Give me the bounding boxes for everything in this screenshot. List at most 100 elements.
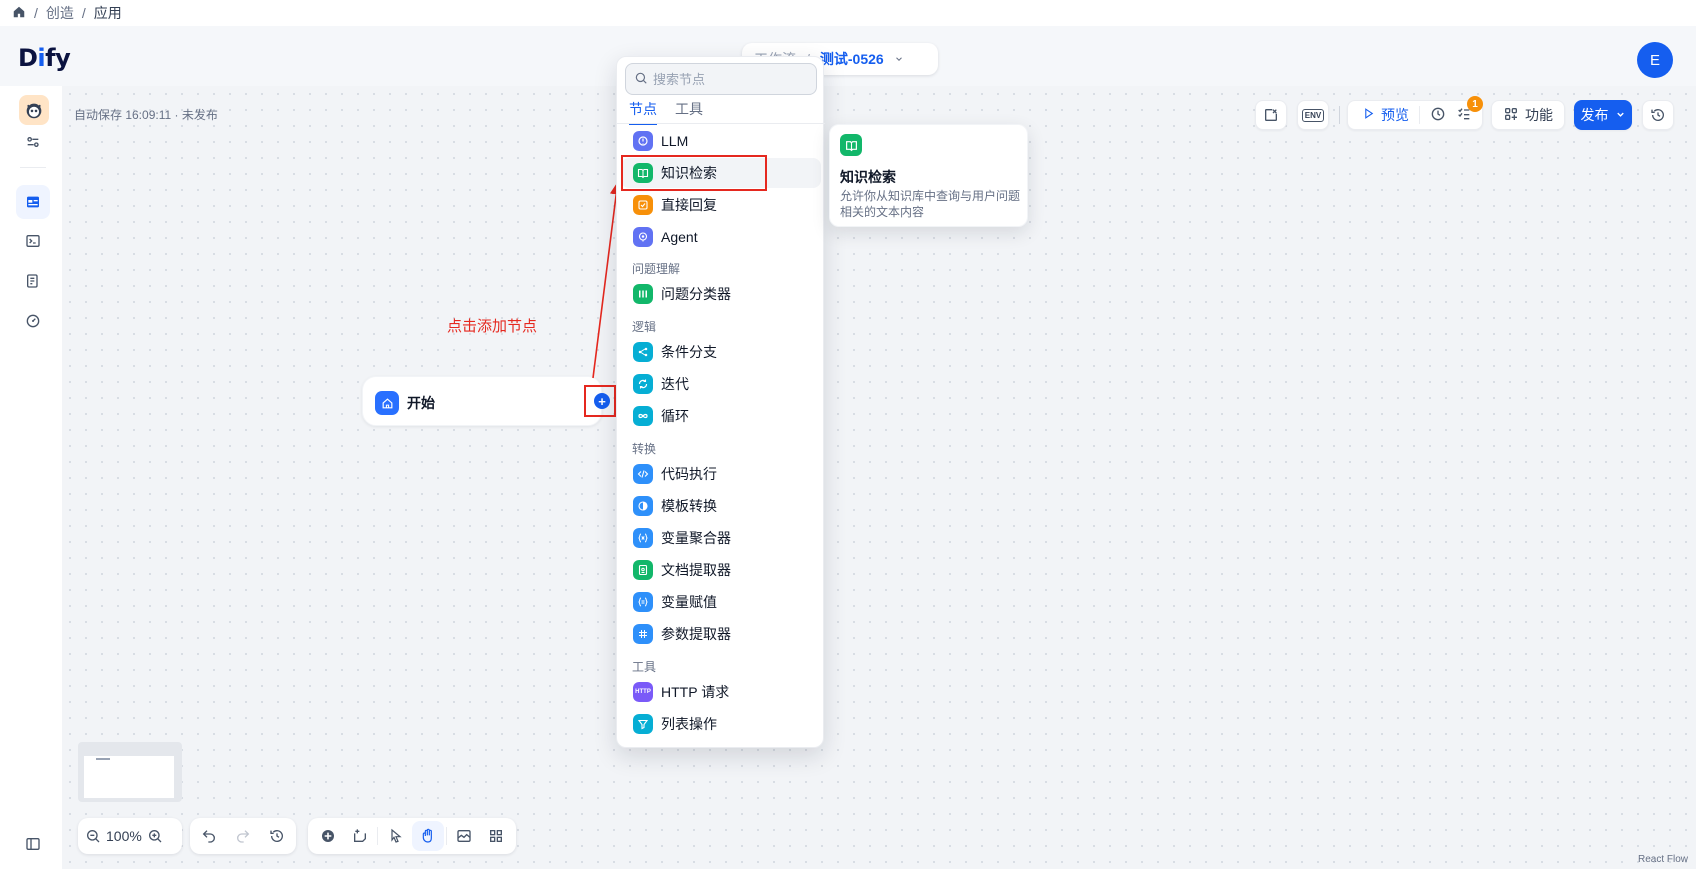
zoom-in-icon[interactable] (144, 821, 166, 851)
run-history-icon[interactable] (1430, 106, 1446, 125)
app-tab-name[interactable]: 测试-0526 (820, 49, 884, 69)
menu-item-label: 列表操作 (661, 716, 717, 732)
question-classifier-icon (633, 284, 653, 304)
settings-sliders-icon[interactable] (16, 125, 50, 159)
parameter-extractor-icon (633, 624, 653, 644)
group-label-transform: 转换 (632, 442, 657, 456)
menu-item-question-classifier[interactable]: 问题分类器 (621, 279, 821, 309)
toggle-view-icon[interactable] (1255, 100, 1287, 130)
orchestrate-icon[interactable] (16, 185, 50, 219)
version-history-icon[interactable] (1642, 100, 1674, 130)
annotation-arrow (592, 181, 620, 379)
menu-item-label: 直接回复 (661, 197, 717, 213)
menu-item-label: LLM (661, 133, 689, 149)
tabs-divider (617, 123, 825, 124)
monitor-gauge-icon[interactable] (16, 304, 50, 338)
search-box[interactable] (625, 63, 817, 95)
play-icon (1362, 107, 1375, 123)
breadcrumb-create[interactable]: 创造 (46, 3, 74, 23)
checklist-badge: 1 (1467, 96, 1483, 112)
menu-item-http-request[interactable]: HTTP HTTP 请求 (621, 677, 821, 707)
menu-item-agent[interactable]: Agent (621, 222, 821, 252)
publish-label: 发布 (1580, 107, 1609, 123)
logs-icon[interactable] (16, 264, 50, 298)
minimap-viewport (84, 756, 174, 798)
menu-item-template[interactable]: 模板转换 (621, 491, 821, 521)
minimap-node (96, 758, 110, 760)
add-node-plus-icon[interactable]: + (594, 393, 610, 409)
zoom-out-icon[interactable] (82, 821, 104, 851)
pointer-icon[interactable] (380, 821, 412, 851)
home-icon[interactable] (12, 5, 26, 22)
tooltip-description: 允许你从知识库中查询与用户问题相关的文本内容 (840, 189, 1021, 219)
menu-item-label: 循环 (661, 408, 689, 424)
collapse-sidebar-icon[interactable] (16, 827, 50, 861)
breadcrumb: / 创造 / 应用 (12, 4, 122, 22)
logo-text: fy (45, 44, 71, 72)
tooltip-title: 知识检索 (840, 169, 896, 185)
app-avatar-icon[interactable] (19, 95, 49, 125)
http-icon: HTTP (633, 682, 653, 702)
menu-item-llm[interactable]: LLM (621, 126, 821, 156)
export-image-icon[interactable] (449, 821, 481, 851)
menu-item-label: 变量聚合器 (661, 530, 731, 546)
doc-extractor-icon (633, 560, 653, 580)
autosave-status: 自动保存 16:09:11 · 未发布 (74, 108, 218, 122)
breadcrumb-separator: / (34, 5, 38, 21)
chevron-down-icon[interactable] (894, 51, 904, 67)
annotation-text: 点击添加节点 (447, 318, 538, 335)
minimap[interactable] (78, 742, 182, 802)
grid-apps-icon (1503, 106, 1519, 125)
menu-item-code[interactable]: 代码执行 (621, 459, 821, 489)
canvas-controls (308, 818, 516, 854)
zoom-level[interactable]: 100% (104, 828, 144, 844)
menu-item-variable-aggregator[interactable]: 变量聚合器 (621, 523, 821, 553)
breadcrumb-separator: / (81, 5, 86, 21)
env-button[interactable]: ENV (1297, 100, 1329, 130)
menu-item-direct-reply[interactable]: 直接回复 (621, 190, 821, 220)
preview-button[interactable]: 预览 (1381, 105, 1409, 125)
group-label-understanding: 问题理解 (632, 262, 681, 276)
react-flow-attribution[interactable]: React Flow (1638, 854, 1688, 865)
menu-item-if-else[interactable]: 条件分支 (621, 337, 821, 367)
organize-blocks-icon[interactable] (480, 821, 512, 851)
toolbar-divider (1419, 106, 1420, 124)
undo-icon[interactable] (192, 821, 226, 851)
logo-text: D (18, 44, 38, 72)
code-icon (633, 464, 653, 484)
menu-item-label: 参数提取器 (661, 626, 731, 642)
menu-item-loop[interactable]: 循环 (621, 401, 821, 431)
menu-tabs: 节点 工具 (629, 99, 703, 125)
toolbar-divider (445, 827, 447, 845)
tab-tools[interactable]: 工具 (675, 99, 703, 125)
if-else-icon (633, 342, 653, 362)
breadcrumb-apps[interactable]: 应用 (94, 3, 122, 23)
home-icon (375, 391, 399, 415)
annotation-highlight-box (621, 155, 767, 191)
menu-item-iteration[interactable]: 迭代 (621, 369, 821, 399)
menu-item-parameter-extractor[interactable]: 参数提取器 (621, 619, 821, 649)
logo-text: i (37, 44, 46, 72)
start-node-label: 开始 (407, 395, 435, 411)
toolbar-divider (1339, 106, 1340, 124)
add-note-icon[interactable] (344, 821, 376, 851)
history-icon[interactable] (260, 821, 294, 851)
menu-item-doc-extractor[interactable]: 文档提取器 (621, 555, 821, 585)
features-label: 功能 (1525, 107, 1553, 123)
menu-item-variable-assigner[interactable]: 变量赋值 (621, 587, 821, 617)
menu-item-label: 变量赋值 (661, 594, 717, 610)
template-icon (633, 496, 653, 516)
avatar[interactable]: E (1637, 42, 1673, 78)
terminal-icon[interactable] (16, 224, 50, 258)
tab-nodes[interactable]: 节点 (629, 99, 657, 125)
features-button[interactable]: 功能 (1491, 100, 1565, 130)
hand-icon[interactable] (412, 821, 444, 851)
menu-item-list-operation[interactable]: 列表操作 (621, 709, 821, 739)
search-node-input[interactable] (653, 71, 813, 87)
publish-button[interactable]: 发布 (1574, 100, 1632, 130)
preview-group: 预览 (1347, 100, 1483, 130)
add-block-icon[interactable] (312, 821, 344, 851)
dify-logo[interactable]: Dify (18, 44, 71, 72)
redo-icon[interactable] (226, 821, 260, 851)
history-controls (190, 818, 296, 854)
